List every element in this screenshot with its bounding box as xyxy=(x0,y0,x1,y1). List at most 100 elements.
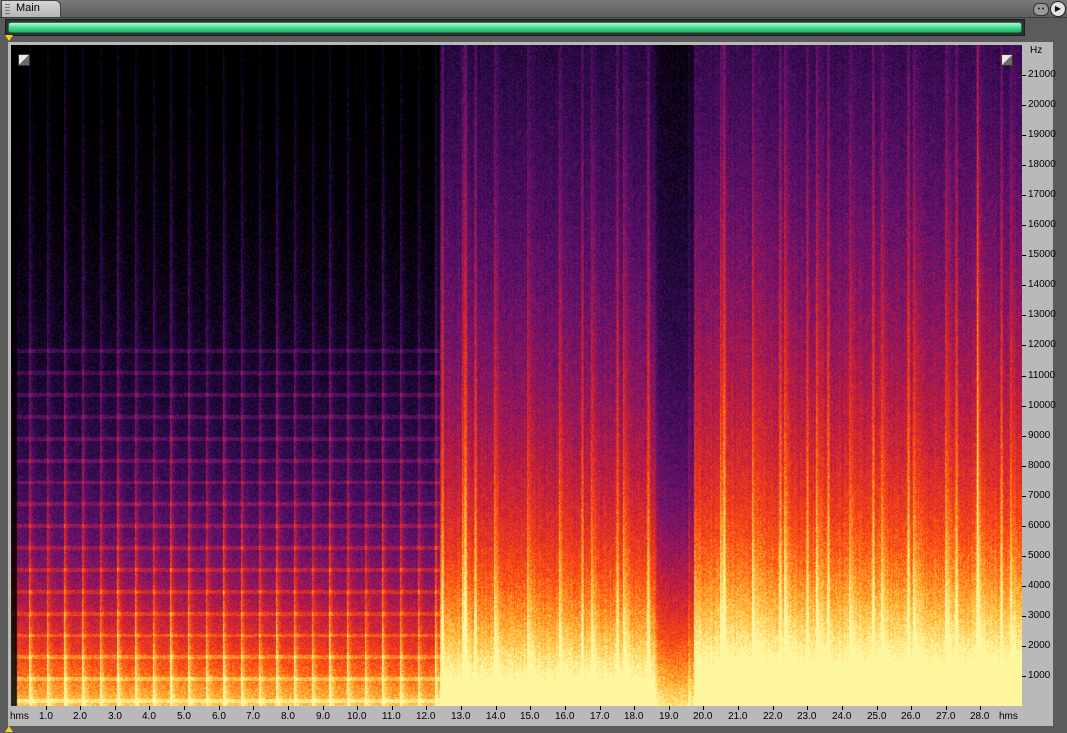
time-tick xyxy=(565,706,566,710)
time-ruler[interactable]: hms hms 1.0 2.0 3.0 4.0 5.0 6.0 7.0 8.0 9.0 10.0 1… xyxy=(8,706,1053,726)
time-tick-label: 19.0 xyxy=(659,711,679,722)
time-tick-label: 11.0 xyxy=(382,711,401,722)
frequency-tick xyxy=(1022,255,1026,256)
time-tick xyxy=(80,706,81,710)
frequency-tick-label: 12000 xyxy=(1028,339,1056,350)
frequency-tick-label: 16000 xyxy=(1028,219,1056,230)
frequency-tick xyxy=(1022,75,1026,76)
frequency-tick-label: 7000 xyxy=(1028,490,1051,501)
time-tick xyxy=(600,706,601,710)
frequency-tick-label: 15000 xyxy=(1028,249,1056,260)
time-tick xyxy=(703,706,704,710)
frequency-tick-label: 2000 xyxy=(1028,640,1051,651)
frequency-tick-label: 19000 xyxy=(1028,129,1056,140)
time-tick-label: 23.0 xyxy=(797,711,817,722)
tab-bar: Main •• ▶ xyxy=(0,0,1067,18)
time-tick xyxy=(184,706,185,710)
time-tick-label: 25.0 xyxy=(867,711,887,722)
time-tick-label: 13.0 xyxy=(451,711,471,722)
time-tick xyxy=(115,706,116,710)
frequency-tick-label: 3000 xyxy=(1028,610,1051,621)
zoom-handle-left-icon[interactable] xyxy=(18,54,30,66)
time-tick-label: 15.0 xyxy=(520,711,540,722)
frequency-ruler[interactable]: Hz 21000 20000 19000 18000 17000 16000 15000 14… xyxy=(1022,45,1056,706)
time-tick-label: 7.0 xyxy=(246,711,260,722)
time-tick-label: 14.0 xyxy=(486,711,506,722)
window-menu-icon[interactable]: •• xyxy=(1033,3,1049,16)
time-tick xyxy=(357,706,358,710)
frequency-tick xyxy=(1022,105,1026,106)
time-tick xyxy=(496,706,497,710)
spectrogram-canvas[interactable] xyxy=(11,45,1022,706)
tab-grip-icon xyxy=(5,4,10,14)
frequency-tick-label: 4000 xyxy=(1028,580,1051,591)
time-tick-label: 9.0 xyxy=(316,711,330,722)
time-tick xyxy=(323,706,324,710)
time-unit-left-label: hms xyxy=(10,711,29,722)
time-tick xyxy=(46,706,47,710)
time-tick xyxy=(946,706,947,710)
frequency-tick xyxy=(1022,556,1026,557)
time-tick xyxy=(634,706,635,710)
spectrogram-view[interactable] xyxy=(11,45,1022,706)
time-tick xyxy=(253,706,254,710)
time-unit-right-label: hms xyxy=(999,711,1018,722)
frequency-tick-label: 14000 xyxy=(1028,279,1056,290)
time-tick-label: 4.0 xyxy=(142,711,156,722)
time-tick-label: 26.0 xyxy=(901,711,921,722)
overview-range-bar[interactable] xyxy=(8,22,1022,33)
time-tick xyxy=(219,706,220,710)
frequency-tick xyxy=(1022,496,1026,497)
frequency-tick xyxy=(1022,195,1026,196)
frequency-tick xyxy=(1022,135,1026,136)
frequency-tick xyxy=(1022,676,1026,677)
time-tick xyxy=(426,706,427,710)
time-tick xyxy=(530,706,531,710)
time-tick-label: 21.0 xyxy=(728,711,748,722)
tab-main[interactable]: Main xyxy=(1,0,61,17)
frequency-tick xyxy=(1022,646,1026,647)
time-tick-label: 27.0 xyxy=(936,711,956,722)
frequency-tick xyxy=(1022,376,1026,377)
time-tick xyxy=(392,706,393,710)
time-tick-label: 20.0 xyxy=(693,711,713,722)
time-tick-label: 22.0 xyxy=(763,711,783,722)
frequency-tick-label: 11000 xyxy=(1028,370,1056,381)
overview-navigator[interactable] xyxy=(5,19,1025,36)
frequency-tick-label: 17000 xyxy=(1028,189,1056,200)
frequency-tick-label: 21000 xyxy=(1028,69,1056,80)
time-tick xyxy=(807,706,808,710)
playhead-marker-bottom-icon[interactable] xyxy=(5,726,13,732)
time-tick-label: 2.0 xyxy=(73,711,87,722)
frequency-tick xyxy=(1022,315,1026,316)
time-tick-label: 18.0 xyxy=(624,711,644,722)
frequency-tick-label: 9000 xyxy=(1028,430,1051,441)
time-tick-label: 8.0 xyxy=(281,711,295,722)
zoom-handle-right-icon[interactable] xyxy=(1001,54,1013,66)
time-tick xyxy=(773,706,774,710)
playhead-marker-icon[interactable] xyxy=(5,35,13,41)
frequency-tick xyxy=(1022,285,1026,286)
frequency-tick-label: 20000 xyxy=(1028,99,1056,110)
time-tick-label: 3.0 xyxy=(108,711,122,722)
play-icon[interactable]: ▶ xyxy=(1050,1,1066,17)
time-tick-label: 12.0 xyxy=(416,711,436,722)
time-tick xyxy=(877,706,878,710)
frequency-tick-label: 5000 xyxy=(1028,550,1051,561)
time-tick-label: 16.0 xyxy=(555,711,575,722)
frequency-tick xyxy=(1022,526,1026,527)
time-tick-label: 10.0 xyxy=(347,711,367,722)
time-tick xyxy=(288,706,289,710)
time-tick-label: 28.0 xyxy=(970,711,990,722)
time-tick-label: 24.0 xyxy=(832,711,852,722)
time-tick xyxy=(911,706,912,710)
frequency-unit-label: Hz xyxy=(1030,45,1043,56)
tab-main-label: Main xyxy=(16,2,40,14)
frequency-tick xyxy=(1022,406,1026,407)
frequency-tick xyxy=(1022,165,1026,166)
time-tick xyxy=(980,706,981,710)
time-tick xyxy=(149,706,150,710)
frequency-tick xyxy=(1022,436,1026,437)
time-tick-label: 6.0 xyxy=(212,711,226,722)
frequency-tick-label: 18000 xyxy=(1028,159,1056,170)
